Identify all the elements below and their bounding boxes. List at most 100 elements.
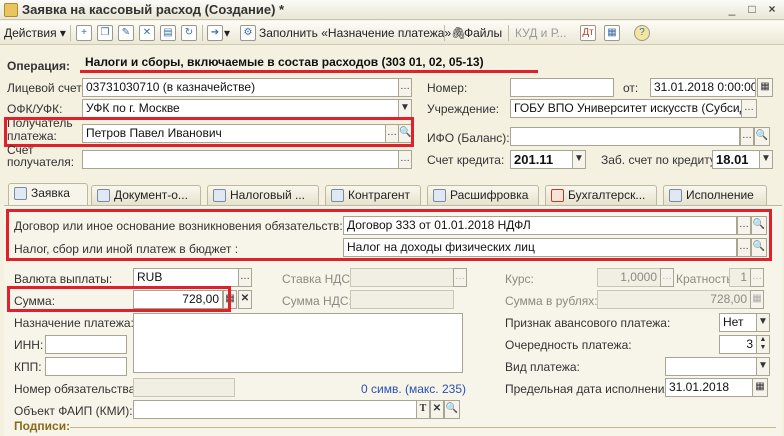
rate-select-button: … <box>660 268 674 287</box>
advance-label: Признак авансового платежа: <box>505 316 671 330</box>
date-field[interactable]: 31.01.2018 0:00:00 <box>650 78 756 97</box>
vat-rate-field <box>350 268 454 287</box>
calendar-icon[interactable]: ▦ <box>757 78 773 97</box>
maximize-button[interactable]: □ <box>744 2 760 17</box>
currency-field[interactable]: RUB <box>133 268 239 287</box>
search-icon[interactable]: 🔍 <box>444 400 460 419</box>
vat-rate-label: Ставка НДС: <box>282 272 354 286</box>
clear-icon[interactable]: ✕ <box>238 290 252 309</box>
recipient-account-field[interactable] <box>82 150 400 169</box>
close-button[interactable]: × <box>764 2 780 17</box>
title-bar: Заявка на кассовый расход (Создание) * _… <box>0 0 784 20</box>
sum-highlight <box>7 286 231 312</box>
currency-select-button[interactable]: … <box>238 268 252 287</box>
account-field[interactable]: 03731030710 (в казначействе) <box>82 78 400 97</box>
tab-accounting[interactable]: Бухгалтерск... <box>545 185 657 206</box>
tab-tax[interactable]: Налоговый ... <box>207 185 319 206</box>
ofk-dropdown-icon[interactable]: ▼ <box>398 99 412 118</box>
tab-contractor[interactable]: Контрагент <box>325 185 421 206</box>
number-label: Номер: <box>427 81 468 95</box>
multiplicity-label: Кратность: <box>676 272 736 286</box>
purpose-field[interactable] <box>133 313 463 373</box>
kpp-field[interactable] <box>45 357 127 376</box>
payment-type-label: Вид платежа: <box>505 360 580 374</box>
operation-label: Операция: <box>7 59 71 73</box>
deadline-field[interactable]: 31.01.2018 <box>665 378 753 397</box>
inn-field[interactable] <box>45 335 127 354</box>
ofk-label: ОФК/УФК: <box>7 102 63 116</box>
sum-rub-calculator-icon: ▦ <box>750 290 764 309</box>
delete-icon[interactable]: ✕ <box>139 25 155 41</box>
calendar-icon[interactable]: ▦ <box>752 378 768 397</box>
recipient-account-label: Счет получателя: <box>7 144 74 168</box>
clear-icon[interactable]: ✕ <box>430 400 444 419</box>
recipient-highlight <box>4 117 414 147</box>
fill-icon[interactable]: ⚙ <box>240 25 256 41</box>
currency-label: Валюта выплаты: <box>14 272 113 286</box>
credit-account-dropdown-icon[interactable]: ▼ <box>572 150 586 169</box>
number-field[interactable] <box>510 78 614 97</box>
edit-icon[interactable]: ✎ <box>118 25 134 41</box>
kud-button[interactable]: КУД и Р... <box>515 24 566 42</box>
tab-label: Контрагент <box>348 188 411 202</box>
institution-select-button[interactable]: … <box>741 99 757 118</box>
actions-menu[interactable]: Действия ▾ <box>4 24 66 42</box>
dt-kt-icon[interactable]: Дт <box>580 25 596 41</box>
tab-breakdown[interactable]: Расшифровка <box>427 185 539 206</box>
tab-execution[interactable]: Исполнение <box>663 185 767 206</box>
text-type-icon[interactable]: T <box>416 400 430 419</box>
structure-icon[interactable]: ▤ <box>160 25 176 41</box>
ofk-field[interactable]: УФК по г. Москве <box>82 99 400 118</box>
ifo-field[interactable] <box>510 127 740 146</box>
account-select-button[interactable]: … <box>398 78 412 97</box>
document-icon <box>14 187 27 200</box>
zab-account-field[interactable]: 18.01 <box>712 150 760 169</box>
copy-icon[interactable]: ❐ <box>97 25 113 41</box>
recipient-account-select-button[interactable]: … <box>398 150 412 169</box>
fill-button[interactable]: Заполнить «Назначение платежа» <box>259 24 451 42</box>
contract-tax-highlight <box>6 209 772 261</box>
ifo-select-button[interactable]: … <box>740 127 754 146</box>
sum-rub-label: Сумма в рублях: <box>505 294 598 308</box>
app-icon <box>4 3 18 17</box>
payment-type-dropdown-icon[interactable]: ▼ <box>756 357 770 376</box>
zab-account-label: Заб. счет по кредиту: <box>601 153 720 167</box>
payment-type-field[interactable] <box>665 357 757 376</box>
institution-field[interactable]: ГОБУ ВПО Университет искусств (Субсидия) <box>510 99 742 118</box>
report-icon[interactable]: ▦ <box>604 25 620 41</box>
institution-label: Учреждение: <box>427 102 500 116</box>
advance-dropdown-icon[interactable]: ▼ <box>756 313 770 332</box>
toolbar-separator <box>508 25 509 41</box>
rate-label: Курс: <box>505 272 534 286</box>
zab-account-dropdown-icon[interactable]: ▼ <box>759 150 773 169</box>
purpose-label: Назначение платежа: <box>14 316 134 330</box>
go-icon[interactable]: ➔ <box>207 25 223 41</box>
sum-rub-field: 728,00 <box>597 290 751 309</box>
priority-stepper[interactable]: ▲ ▼ <box>756 335 770 354</box>
deadline-label: Предельная дата исполнения: <box>505 382 675 396</box>
refresh-icon[interactable]: ↻ <box>181 25 197 41</box>
tab-document[interactable]: Документ-о... <box>91 185 201 206</box>
credit-account-field[interactable]: 201.11 <box>510 150 574 169</box>
obligation-field <box>133 378 235 397</box>
operation-underline-highlight <box>80 70 538 73</box>
document-icon <box>97 189 110 202</box>
faip-field[interactable] <box>133 400 417 419</box>
toolbar-separator <box>444 25 445 41</box>
vat-sum-field <box>350 290 454 309</box>
minimize-button[interactable]: _ <box>724 2 740 17</box>
table-icon <box>433 189 446 202</box>
help-icon[interactable]: ? <box>634 25 650 41</box>
checklist-icon <box>669 189 682 202</box>
add-icon[interactable]: + <box>76 25 92 41</box>
advance-field[interactable]: Нет <box>719 313 757 332</box>
search-icon[interactable]: 🔍 <box>754 127 770 146</box>
tab-zayavka[interactable]: Заявка <box>8 183 88 206</box>
priority-field[interactable]: 3 <box>719 335 757 354</box>
go-dropdown-icon[interactable]: ▾ <box>224 24 230 42</box>
files-button[interactable]: Файлы <box>464 24 502 42</box>
toolbar-separator <box>70 25 71 41</box>
multiplicity-select-button: … <box>750 268 764 287</box>
account-label: Лицевой счет: <box>7 81 86 95</box>
kpp-label: КПП: <box>14 360 42 374</box>
